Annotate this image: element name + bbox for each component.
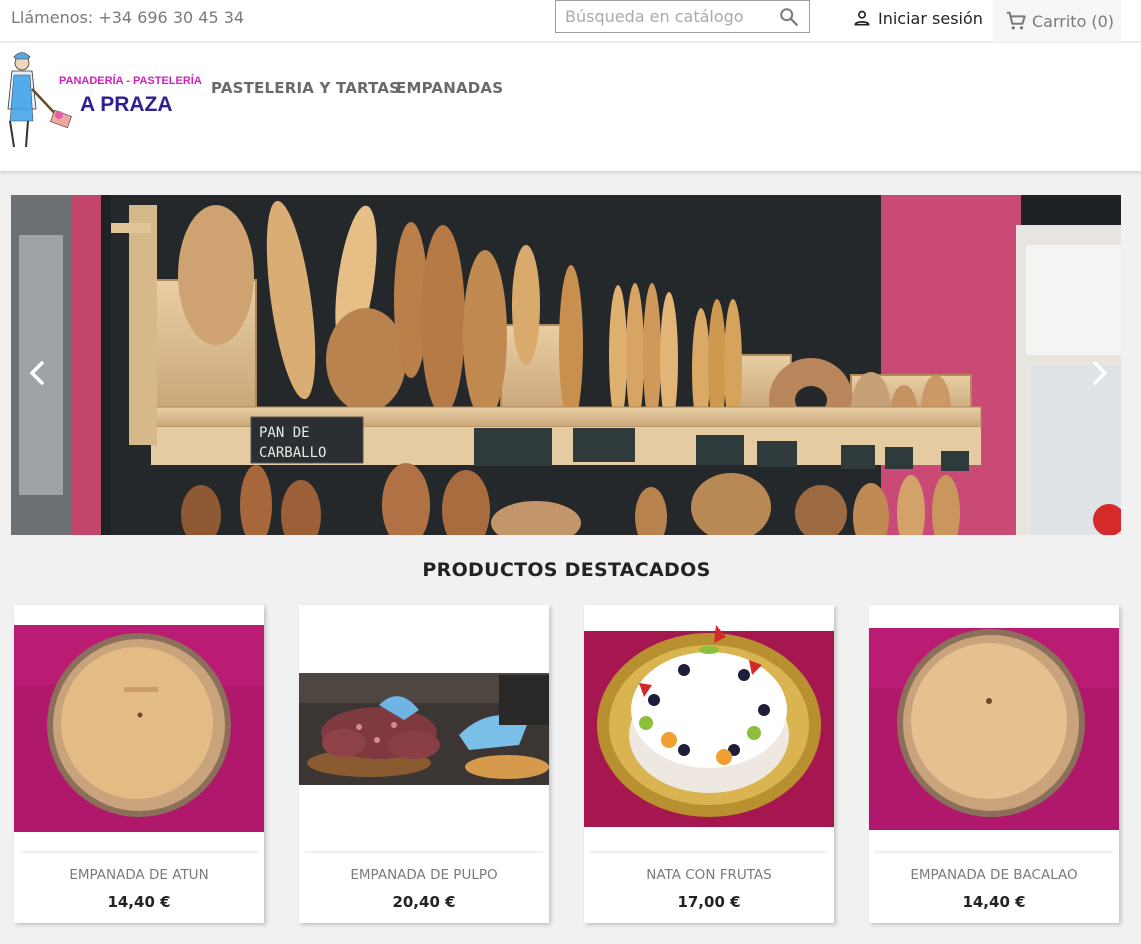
- bakery-photo: PAN DE CARBALLO: [11, 195, 1121, 535]
- menu-item-empanadas[interactable]: EMPANADAS: [396, 79, 503, 97]
- chevron-left-icon[interactable]: [23, 358, 53, 388]
- top-bar: Llámenos: +34 696 30 45 34 Iniciar sesió…: [0, 0, 1141, 42]
- chevron-right-icon[interactable]: [1084, 358, 1114, 388]
- product-price: 20,40 €: [392, 893, 456, 911]
- product-name[interactable]: EMPANADA DE BACALAO: [869, 867, 1119, 883]
- chalk-label: PAN DE: [259, 425, 310, 441]
- cart-button[interactable]: Carrito (0): [993, 0, 1121, 42]
- search-box: [555, 0, 810, 33]
- login-label: Iniciar sesión: [878, 8, 983, 28]
- shopping-cart-icon: [1006, 11, 1026, 30]
- product-name[interactable]: EMPANADA DE ATUN: [14, 867, 264, 883]
- hero-carousel[interactable]: PAN DE CARBALLO: [11, 195, 1121, 535]
- product-image[interactable]: [869, 605, 1119, 853]
- product-card[interactable]: EMPANADA DE BACALAO 14,40 €: [869, 605, 1119, 923]
- featured-products-title: PRODUCTOS DESTACADOS: [422, 559, 711, 581]
- product-card[interactable]: EMPANADA DE PULPO 20,40 €: [299, 605, 549, 923]
- menu-item-pasteleria[interactable]: PASTELERIA Y TARTAS: [211, 79, 400, 97]
- site-logo[interactable]: PANADERÍA - PASTELERÍA A PRAZA: [0, 49, 202, 153]
- logo-title: A PRAZA: [80, 93, 173, 116]
- svg-text:CARBALLO: CARBALLO: [259, 445, 326, 461]
- phone-contact: Llámenos: +34 696 30 45 34: [11, 8, 245, 27]
- product-price: 14,40 €: [107, 893, 171, 911]
- search-input[interactable]: [556, 1, 766, 32]
- cart-count: (0): [1091, 11, 1115, 31]
- user-icon: [854, 10, 870, 26]
- site-header: PANADERÍA - PASTELERÍA A PRAZA PASTELERI…: [0, 43, 1141, 171]
- product-price: 17,00 €: [677, 893, 741, 911]
- search-icon[interactable]: [778, 6, 800, 28]
- product-image[interactable]: [299, 605, 549, 853]
- product-name[interactable]: NATA CON FRUTAS: [584, 867, 834, 883]
- product-image[interactable]: [584, 605, 834, 853]
- baker-illustration: [7, 52, 72, 148]
- product-price: 14,40 €: [962, 893, 1026, 911]
- product-name[interactable]: EMPANADA DE PULPO: [299, 867, 549, 883]
- product-image[interactable]: [14, 605, 264, 853]
- product-card[interactable]: EMPANADA DE ATUN 14,40 €: [14, 605, 264, 923]
- product-card[interactable]: NATA CON FRUTAS 17,00 €: [584, 605, 834, 923]
- cart-label: Carrito: [1032, 11, 1087, 31]
- login-link[interactable]: Iniciar sesión: [852, 8, 983, 28]
- logo-subtitle: PANADERÍA - PASTELERÍA: [59, 75, 202, 87]
